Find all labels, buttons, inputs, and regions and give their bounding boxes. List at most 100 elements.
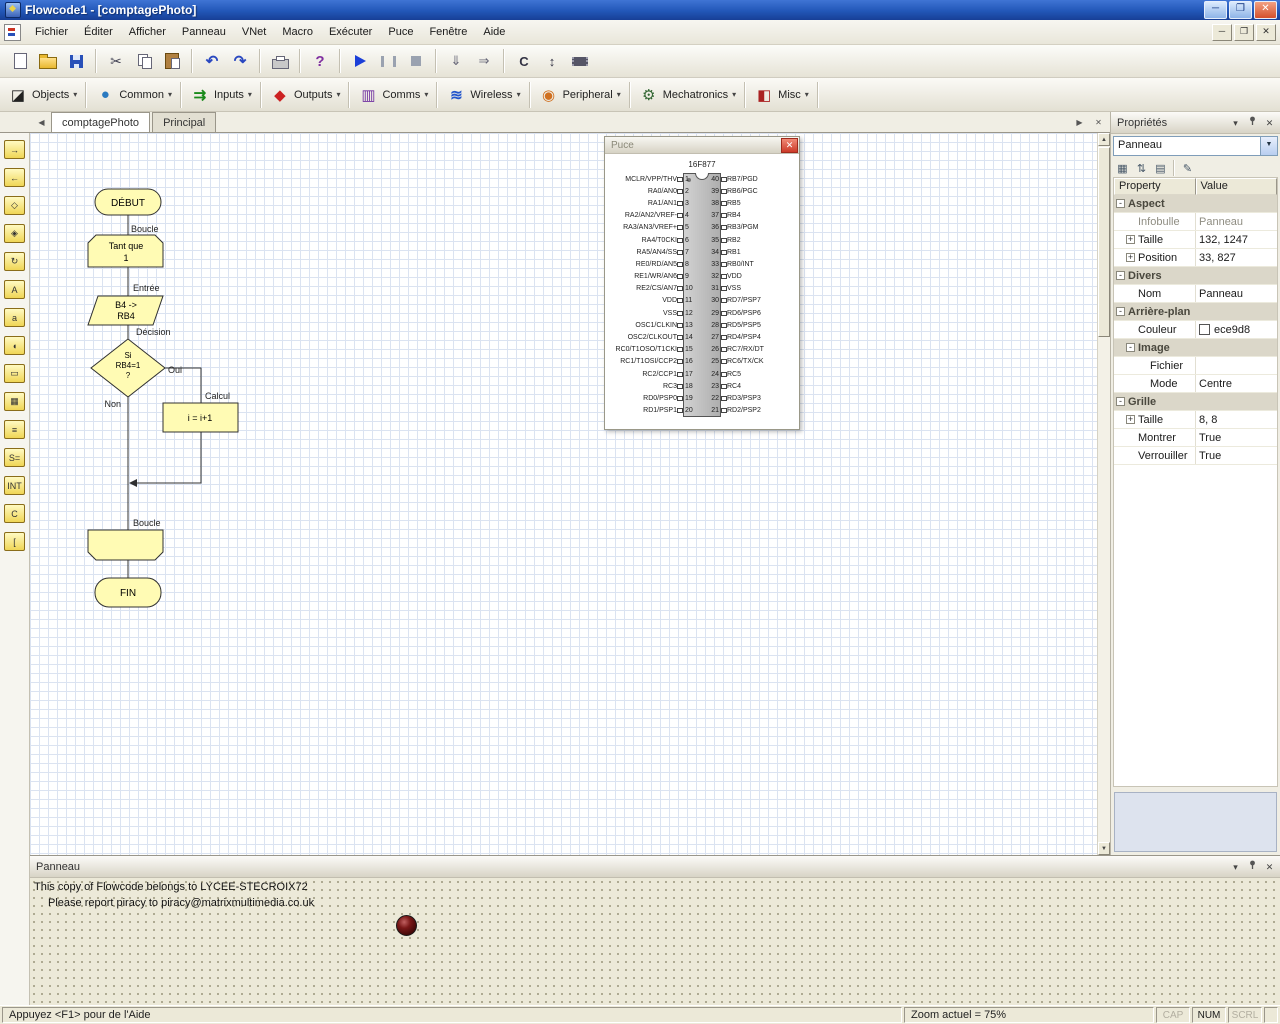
menu-item[interactable]: Panneau [174, 23, 234, 41]
expander-icon[interactable] [1116, 397, 1125, 406]
property-pages-icon[interactable]: ▤ [1151, 159, 1170, 177]
chevron-down-icon[interactable]: ▾ [517, 90, 521, 99]
string-assign[interactable]: S= [2, 444, 28, 471]
property-value-cell[interactable]: True [1196, 447, 1277, 464]
tab-close-icon[interactable]: ✕ [1091, 115, 1106, 130]
paste-button[interactable] [159, 48, 185, 74]
chevron-down-icon[interactable]: ▾ [73, 90, 77, 99]
object-selector[interactable]: Panneau ▼ [1113, 136, 1278, 156]
expander-icon[interactable] [1116, 199, 1125, 208]
component-group-button[interactable]: ◉ Peripheral ▾ [535, 83, 625, 107]
compile-c-button[interactable] [511, 48, 537, 74]
canvas-vertical-scrollbar[interactable]: ▲ ▼ [1097, 133, 1110, 855]
calculation-shape[interactable]: i = i+1 [162, 402, 239, 433]
property-value-cell[interactable] [1196, 303, 1277, 320]
close-icon[interactable]: ✕ [1262, 116, 1277, 130]
c-code[interactable]: C [2, 500, 28, 527]
chevron-down-icon[interactable]: ▾ [805, 90, 809, 99]
properties-titlebar[interactable]: Propriétés ▾ ✕ [1111, 112, 1280, 134]
print-button[interactable] [267, 48, 293, 74]
close-button[interactable]: ✕ [1254, 1, 1277, 19]
string[interactable]: ▦ [2, 388, 28, 415]
alphabetical-sort-icon[interactable]: ⇅ [1132, 159, 1151, 177]
loop[interactable]: ↻ [2, 248, 28, 275]
chevron-down-icon[interactable]: ▾ [336, 90, 340, 99]
component-group-button[interactable]: ⚙ Mechatronics ▾ [635, 83, 740, 107]
help-button[interactable] [307, 48, 333, 74]
component-group-button[interactable]: ◧ Misc ▾ [750, 83, 813, 107]
expander-icon[interactable] [1126, 343, 1135, 352]
minimize-button[interactable]: ─ [1204, 1, 1227, 19]
chevron-down-icon[interactable]: ▾ [168, 90, 172, 99]
interrupt[interactable]: INT [2, 472, 28, 499]
end-shape[interactable]: FIN [94, 577, 162, 608]
decision[interactable]: ◇ [2, 192, 28, 219]
scrollbar-thumb[interactable] [1098, 147, 1110, 337]
property-value-cell[interactable] [1196, 393, 1277, 410]
pin-icon[interactable] [1245, 860, 1260, 874]
titlebar[interactable]: Flowcode1 - [comptagePhoto] ─ ❐ ✕ [0, 0, 1280, 20]
property-value-cell[interactable] [1196, 339, 1277, 356]
begin-shape[interactable]: DÉBUT [94, 188, 162, 216]
component-group-button[interactable]: ◆ Outputs ▾ [266, 83, 345, 107]
pin-icon[interactable] [1245, 116, 1260, 130]
property-value-cell[interactable]: 132, 1247 [1196, 231, 1277, 248]
cut-button[interactable] [103, 48, 129, 74]
property-value-cell[interactable]: Centre [1196, 375, 1277, 392]
tab[interactable]: comptagePhoto [51, 112, 151, 132]
tab-scroll-left-icon[interactable]: ◀ [34, 115, 49, 130]
categorized-view-icon[interactable]: ▦ [1113, 159, 1132, 177]
expander-icon[interactable] [1116, 271, 1125, 280]
chevron-down-icon[interactable]: ▾ [617, 90, 621, 99]
menu-item[interactable]: Aide [475, 23, 513, 41]
menu-item[interactable]: Fichier [27, 23, 76, 41]
menu-item[interactable]: Puce [380, 23, 421, 41]
mdi-close-button[interactable]: ✕ [1256, 23, 1276, 41]
while-loop-start-shape[interactable]: Tant que 1 [87, 234, 164, 268]
menu-item[interactable]: VNet [234, 23, 274, 41]
chevron-down-icon[interactable]: ▼ [1260, 137, 1277, 155]
expander-icon[interactable] [1126, 415, 1135, 424]
step-into-button[interactable] [443, 48, 469, 74]
menu-item[interactable]: Exécuter [321, 23, 380, 41]
flowchart-canvas[interactable]: DÉBUT Boucle Tant que 1 Entrée B4 -> RB4… [30, 133, 1097, 855]
property-value-cell[interactable]: 8, 8 [1196, 411, 1277, 428]
menu-item[interactable]: Afficher [121, 23, 174, 41]
step-over-button[interactable] [471, 48, 497, 74]
property-value-cell[interactable] [1196, 267, 1277, 284]
component-group-button[interactable]: ▥ Comms ▾ [354, 83, 432, 107]
chevron-down-icon[interactable]: ▾ [732, 90, 736, 99]
edit-icon[interactable]: ✎ [1178, 159, 1197, 177]
property-value-cell[interactable] [1196, 195, 1277, 212]
output[interactable]: ← [2, 164, 28, 191]
pause-button[interactable] [375, 48, 401, 74]
property-value-cell[interactable]: Panneau [1196, 213, 1277, 230]
component-group-button[interactable]: ≋ Wireless ▾ [442, 83, 524, 107]
property-value-cell[interactable]: True [1196, 429, 1277, 446]
menu-item[interactable]: Fenêtre [421, 23, 475, 41]
property-value-cell[interactable]: 33, 827 [1196, 249, 1277, 266]
property-value-cell[interactable] [1196, 357, 1277, 374]
close-icon[interactable]: ✕ [1262, 860, 1277, 874]
property-value-cell[interactable]: Panneau [1196, 285, 1277, 302]
panel-canvas[interactable]: This copy of Flowcode belongs to LYCEE-S… [30, 878, 1280, 1011]
expander-icon[interactable] [1126, 235, 1135, 244]
compile-hex-button[interactable] [539, 48, 565, 74]
program-chip-button[interactable] [567, 48, 593, 74]
copy-button[interactable] [131, 48, 157, 74]
new-button[interactable] [7, 48, 33, 74]
component-group-button[interactable]: ● Common ▾ [91, 83, 176, 107]
chevron-down-icon[interactable]: ▾ [248, 90, 252, 99]
chip-window-close-icon[interactable]: ✕ [781, 137, 798, 153]
chevron-down-icon[interactable]: ▾ [424, 90, 428, 99]
input-shape[interactable]: B4 -> RB4 [87, 295, 164, 326]
macro[interactable]: a [2, 304, 28, 331]
expander-icon[interactable] [1126, 253, 1135, 262]
chip-window-titlebar[interactable]: Puce ✕ [605, 137, 799, 154]
redo-button[interactable] [227, 48, 253, 74]
stop-button[interactable] [403, 48, 429, 74]
property-value-cell[interactable]: ece9d8 [1196, 321, 1277, 338]
menu-item[interactable]: Macro [274, 23, 321, 41]
run-button[interactable] [347, 48, 373, 74]
macro-call[interactable]: A [2, 276, 28, 303]
